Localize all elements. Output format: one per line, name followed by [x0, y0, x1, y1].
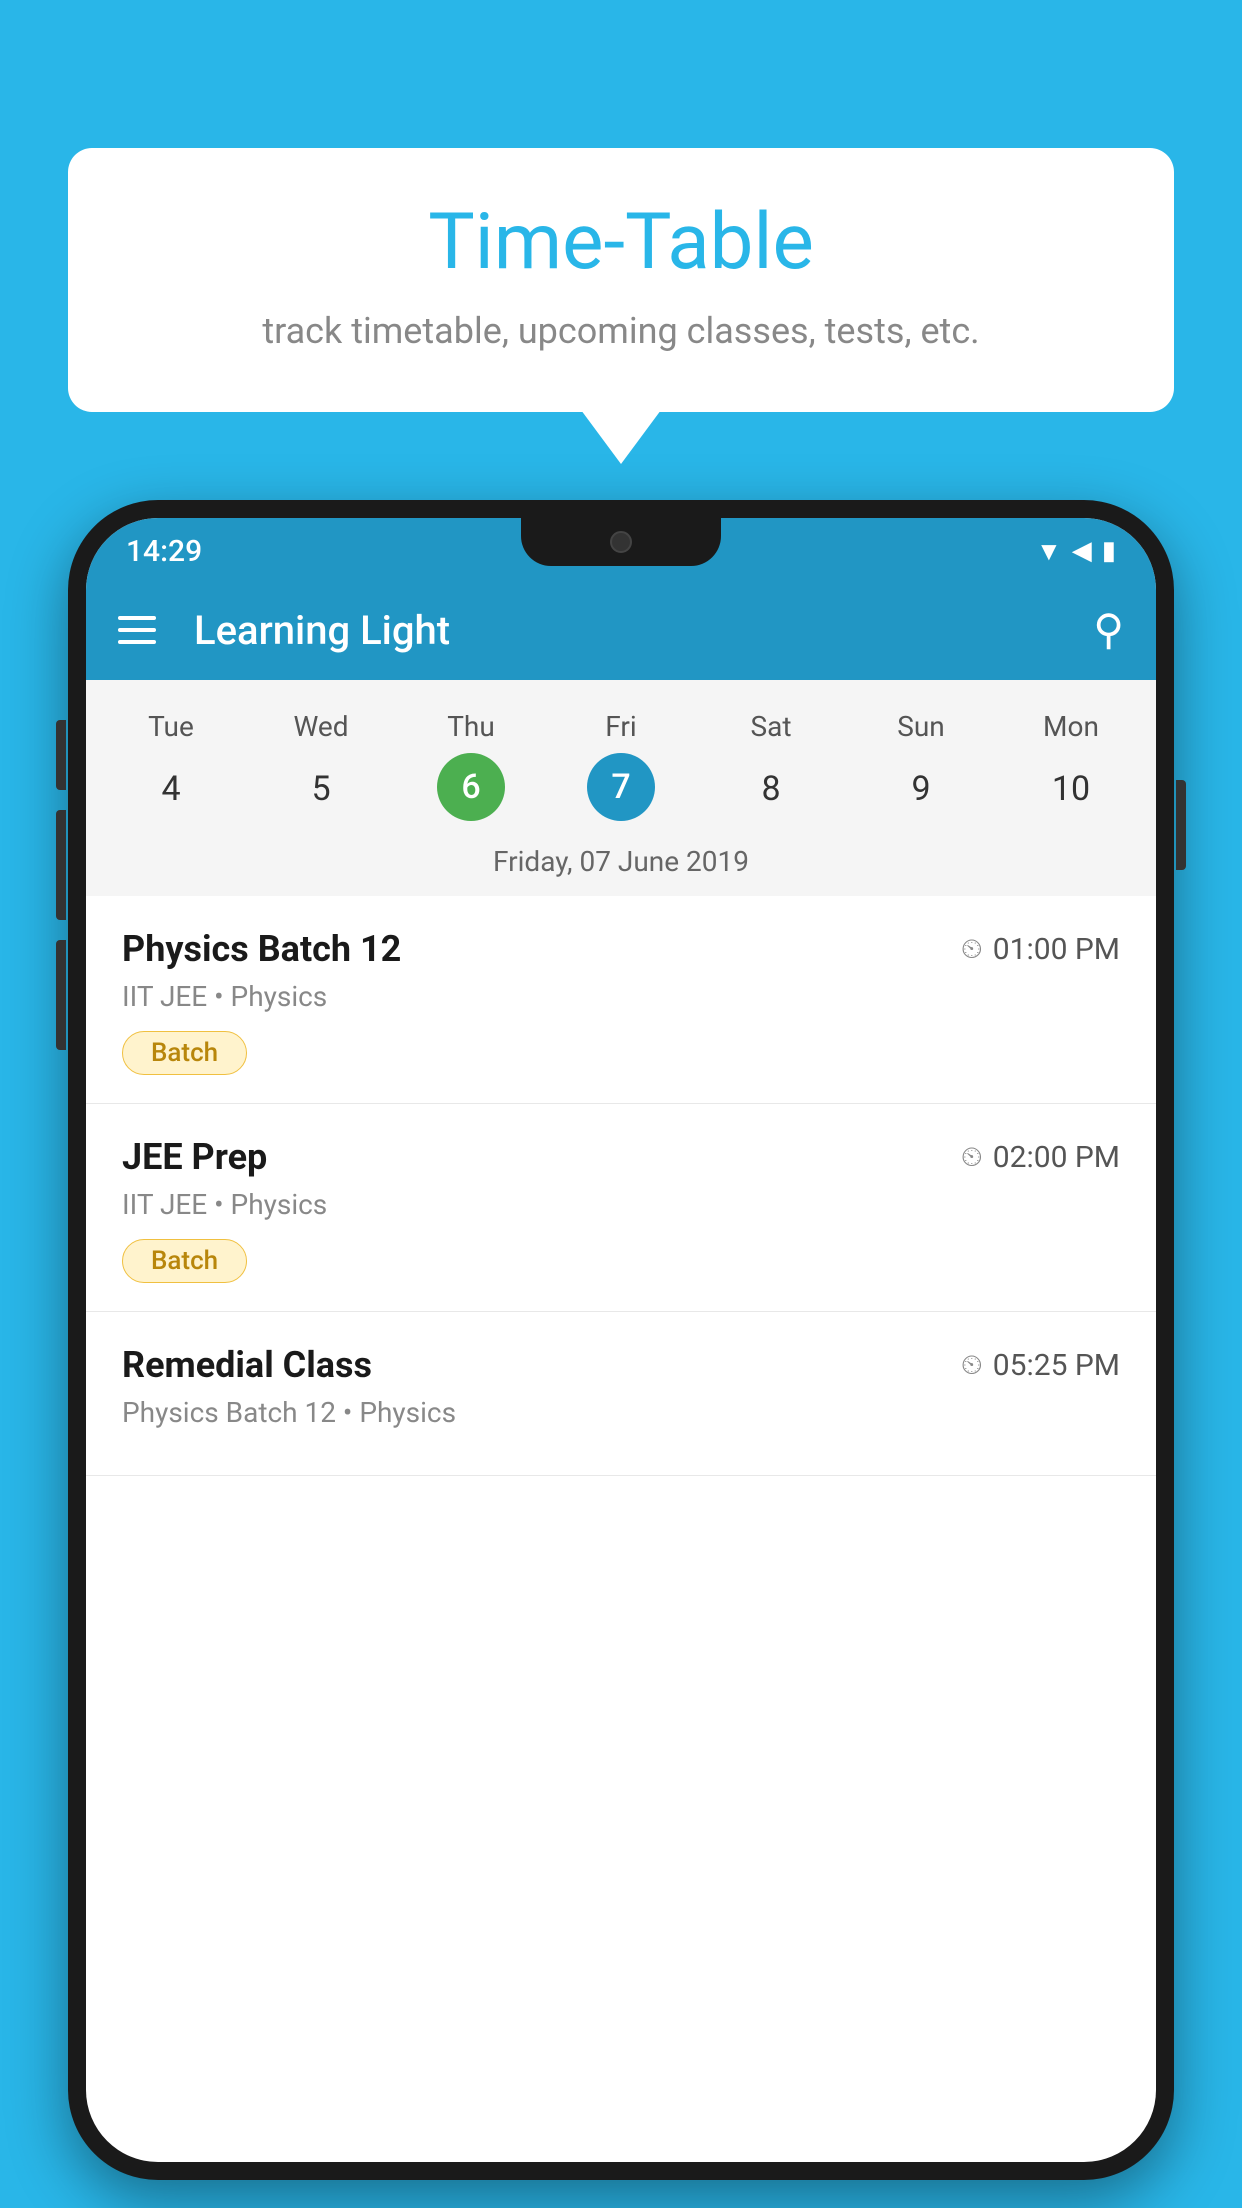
- schedule-item-1-time-value: 01:00 PM: [993, 932, 1120, 967]
- status-time: 14:29: [126, 534, 202, 569]
- schedule-item-1-header: Physics Batch 12 ⏲ 01:00 PM: [122, 928, 1120, 970]
- bubble-title: Time-Table: [128, 200, 1114, 286]
- speech-bubble: Time-Table track timetable, upcoming cla…: [68, 148, 1174, 412]
- day-label-fri: Fri: [546, 700, 696, 753]
- search-button[interactable]: ⚲: [1093, 605, 1124, 655]
- day-6-today[interactable]: 6: [437, 753, 505, 821]
- volume-mute-button: [56, 720, 66, 790]
- day-label-sat: Sat: [696, 700, 846, 753]
- phone-outer: 14:29 ▼ ◀ ▮ Learning Light ⚲: [68, 500, 1174, 2180]
- battery-icon: ▮: [1102, 536, 1116, 566]
- schedule-item-2-subtitle: IIT JEE • Physics: [122, 1188, 1120, 1221]
- schedule-item-2-header: JEE Prep ⏲ 02:00 PM: [122, 1136, 1120, 1178]
- schedule-item-3-time: ⏲ 05:25 PM: [961, 1348, 1120, 1383]
- day-5[interactable]: 5: [246, 753, 396, 825]
- day-label-wed: Wed: [246, 700, 396, 753]
- schedule-item-2[interactable]: JEE Prep ⏲ 02:00 PM IIT JEE • Physics Ba…: [86, 1104, 1156, 1312]
- calendar-section: Tue Wed Thu Fri Sat Sun Mon 4 5 6 7 8 9 …: [86, 680, 1156, 896]
- wifi-icon: ▼: [1036, 536, 1062, 567]
- schedule-item-2-time-value: 02:00 PM: [993, 1140, 1120, 1175]
- clock-icon-1: ⏲: [961, 932, 983, 966]
- volume-up-button: [56, 810, 66, 920]
- speech-bubble-container: Time-Table track timetable, upcoming cla…: [68, 148, 1174, 412]
- clock-icon-2: ⏲: [961, 1140, 983, 1174]
- selected-date-label: Friday, 07 June 2019: [86, 835, 1156, 896]
- bubble-subtitle: track timetable, upcoming classes, tests…: [128, 310, 1114, 352]
- day-8[interactable]: 8: [696, 753, 846, 825]
- day-10[interactable]: 10: [996, 753, 1146, 825]
- days-numbers: 4 5 6 7 8 9 10: [86, 753, 1156, 835]
- schedule-item-2-badge: Batch: [122, 1239, 247, 1283]
- menu-button[interactable]: [118, 616, 156, 644]
- app-title: Learning Light: [194, 607, 1065, 654]
- volume-down-button: [56, 940, 66, 1050]
- schedule-item-2-time: ⏲ 02:00 PM: [961, 1140, 1120, 1175]
- phone-screen: 14:29 ▼ ◀ ▮ Learning Light ⚲: [86, 518, 1156, 2162]
- status-icons: ▼ ◀ ▮: [1036, 536, 1116, 567]
- app-bar: Learning Light ⚲: [86, 580, 1156, 680]
- schedule-list: Physics Batch 12 ⏲ 01:00 PM IIT JEE • Ph…: [86, 896, 1156, 1476]
- schedule-item-1-title: Physics Batch 12: [122, 928, 401, 970]
- schedule-item-3[interactable]: Remedial Class ⏲ 05:25 PM Physics Batch …: [86, 1312, 1156, 1476]
- schedule-item-3-header: Remedial Class ⏲ 05:25 PM: [122, 1344, 1120, 1386]
- schedule-item-1-badge: Batch: [122, 1031, 247, 1075]
- day-label-sun: Sun: [846, 700, 996, 753]
- phone-notch: [521, 518, 721, 566]
- phone-mockup: 14:29 ▼ ◀ ▮ Learning Light ⚲: [68, 500, 1174, 2180]
- day-9[interactable]: 9: [846, 753, 996, 825]
- days-header: Tue Wed Thu Fri Sat Sun Mon: [86, 700, 1156, 753]
- signal-icon: ◀: [1072, 536, 1092, 566]
- clock-icon-3: ⏲: [961, 1348, 983, 1382]
- schedule-item-2-title: JEE Prep: [122, 1136, 267, 1178]
- day-7-selected[interactable]: 7: [587, 753, 655, 821]
- day-label-thu: Thu: [396, 700, 546, 753]
- front-camera: [610, 531, 632, 553]
- day-label-tue: Tue: [96, 700, 246, 753]
- day-4[interactable]: 4: [96, 753, 246, 825]
- schedule-item-3-subtitle: Physics Batch 12 • Physics: [122, 1396, 1120, 1429]
- schedule-item-1[interactable]: Physics Batch 12 ⏲ 01:00 PM IIT JEE • Ph…: [86, 896, 1156, 1104]
- schedule-item-3-title: Remedial Class: [122, 1344, 372, 1386]
- schedule-item-1-time: ⏲ 01:00 PM: [961, 932, 1120, 967]
- schedule-item-3-time-value: 05:25 PM: [993, 1348, 1120, 1383]
- day-label-mon: Mon: [996, 700, 1146, 753]
- power-button: [1176, 780, 1186, 870]
- schedule-item-1-subtitle: IIT JEE • Physics: [122, 980, 1120, 1013]
